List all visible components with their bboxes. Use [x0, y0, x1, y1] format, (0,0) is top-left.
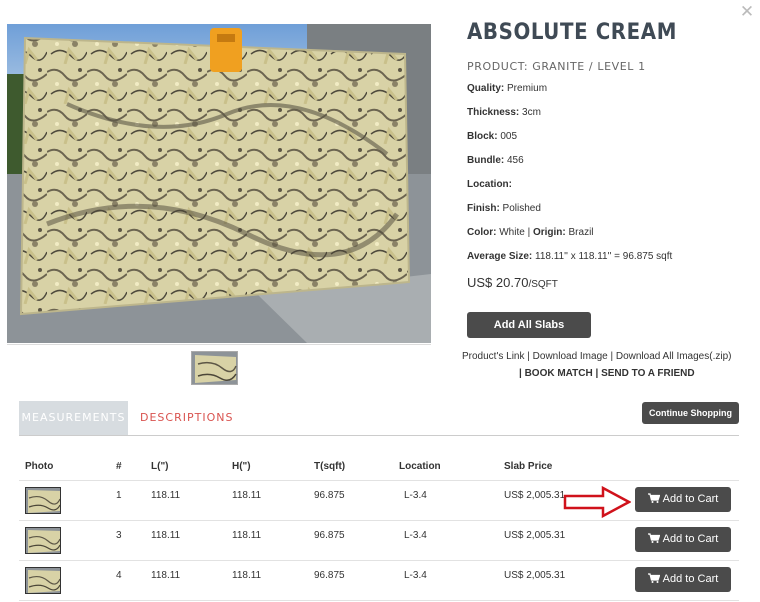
cell-sqft: 96.875 — [314, 570, 345, 581]
attr-quality: Quality: Premium — [467, 83, 548, 94]
cell-length: 118.11 — [151, 530, 181, 541]
col-header-sqft: T(sqft) — [314, 461, 346, 472]
slab-thumbnail[interactable] — [191, 351, 238, 385]
attr-average-size: Average Size: 118.11'' x 118.11'' = 96.8… — [467, 251, 673, 262]
cell-sqft: 96.875 — [314, 530, 345, 541]
cell-slab-price: US$ 2,005.31 — [504, 570, 566, 581]
cell-slab-price: US$ 2,005.31 — [504, 530, 566, 541]
cell-number: 1 — [116, 490, 122, 501]
cell-location: L-3.4 — [404, 530, 427, 541]
add-all-slabs-button[interactable]: Add All Slabs — [467, 312, 591, 338]
add-to-cart-button[interactable]: Add to Cart — [635, 527, 731, 552]
download-image-link[interactable]: Download Image — [533, 351, 608, 362]
attr-location: Location: — [467, 179, 512, 190]
book-match-link[interactable]: BOOK MATCH — [525, 368, 593, 379]
cell-location: L-3.4 — [404, 490, 427, 501]
col-header-photo: Photo — [25, 461, 54, 472]
cell-sqft: 96.875 — [314, 490, 345, 501]
continue-shopping-button[interactable]: Continue Shopping — [642, 402, 739, 424]
cell-height: 118.11 — [232, 490, 262, 501]
product-subtitle: PRODUCT: GRANITE / LEVEL 1 — [467, 60, 646, 73]
download-all-images-link[interactable]: Download All Images(.zip) — [616, 351, 732, 362]
cell-slab-price: US$ 2,005.31 — [504, 490, 566, 501]
row-divider — [19, 600, 739, 601]
col-header-number: # — [116, 461, 122, 472]
row-thumbnail[interactable] — [25, 487, 61, 514]
cell-height: 118.11 — [232, 530, 262, 541]
cell-number: 4 — [116, 570, 122, 581]
product-links-secondary: | BOOK MATCH | SEND TO A FRIEND — [519, 368, 695, 379]
slab-photo — [7, 24, 431, 343]
col-header-length: L(") — [151, 461, 169, 472]
attr-finish: Finish: Polished — [467, 203, 541, 214]
row-thumbnail[interactable] — [25, 567, 61, 594]
attr-bundle: Bundle: 456 — [467, 155, 524, 166]
send-to-friend-link[interactable]: SEND TO A FRIEND — [601, 368, 695, 379]
shopping-cart-icon — [647, 493, 660, 503]
add-to-cart-button[interactable]: Add to Cart — [635, 567, 731, 592]
cell-length: 118.11 — [151, 490, 181, 501]
attr-color-origin: Color: White | Origin: Brazil — [467, 227, 594, 238]
col-header-height: H(") — [232, 461, 251, 472]
cell-height: 118.11 — [232, 570, 262, 581]
product-links: Product's Link | Download Image | Downlo… — [462, 351, 732, 362]
cell-length: 118.11 — [151, 570, 181, 581]
product-title: ABSOLUTE CREAM — [467, 20, 677, 45]
tab-divider — [19, 435, 739, 436]
attr-block: Block: 005 — [467, 131, 518, 142]
red-arrow-icon — [563, 486, 631, 518]
close-icon[interactable]: ✕ — [739, 3, 755, 20]
tab-descriptions[interactable]: DESCRIPTIONS — [140, 401, 233, 435]
row-divider — [19, 520, 739, 521]
cell-location: L-3.4 — [404, 570, 427, 581]
shopping-cart-icon — [647, 573, 660, 583]
products-link[interactable]: Product's Link — [462, 351, 525, 362]
shopping-cart-icon — [647, 533, 660, 543]
cell-number: 3 — [116, 530, 122, 541]
row-divider — [19, 560, 739, 561]
tab-measurements[interactable]: MEASUREMENTS — [19, 401, 128, 435]
col-header-slab-price: Slab Price — [504, 461, 553, 472]
photo-divider — [7, 344, 431, 345]
col-header-location: Location — [399, 461, 441, 472]
add-to-cart-button[interactable]: Add to Cart — [635, 487, 731, 512]
product-price: US$ 20.70/SQFT — [467, 275, 558, 290]
row-thumbnail[interactable] — [25, 527, 61, 554]
row-divider — [19, 480, 739, 481]
attr-thickness: Thickness: 3cm — [467, 107, 541, 118]
